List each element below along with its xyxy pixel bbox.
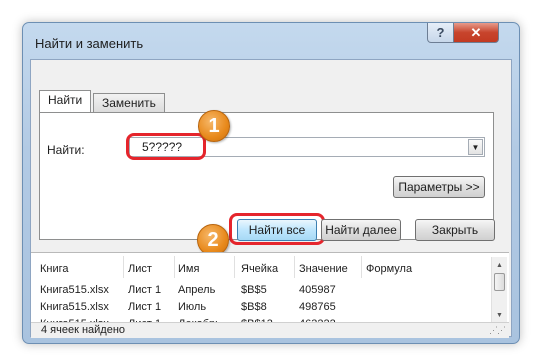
step-badge-1: 1	[198, 110, 230, 142]
status-bar: 4 ячеек найдено ⋰⋰	[31, 322, 509, 338]
scroll-down-icon[interactable]: ▼	[493, 309, 506, 321]
scroll-thumb[interactable]	[494, 273, 505, 291]
result-cell-book[interactable]: Книга515.xlsx	[40, 301, 109, 313]
column-divider[interactable]	[294, 256, 295, 278]
help-button[interactable]: ?	[427, 23, 454, 43]
find-label: Найти:	[47, 143, 85, 157]
dialog-body: Найти Заменить Найти: 5????? ▼ 1 Парамет…	[30, 59, 512, 338]
close-button[interactable]: Закрыть	[415, 219, 495, 241]
result-cell-book[interactable]: Книга515.xlsx	[40, 284, 109, 296]
resize-grip-icon[interactable]: ⋰⋰	[489, 325, 506, 336]
options-button[interactable]: Параметры >>	[393, 176, 485, 198]
column-divider[interactable]	[361, 256, 362, 278]
column-divider[interactable]	[234, 256, 235, 278]
column-header-book[interactable]: Книга	[40, 263, 69, 275]
highlight-box-find-input	[126, 133, 206, 160]
find-next-button[interactable]: Найти далее	[321, 219, 401, 241]
highlight-box-find-all	[229, 213, 325, 245]
result-cell-name[interactable]: Июль	[178, 301, 206, 313]
tab-replace[interactable]: Заменить	[93, 93, 165, 112]
column-header-formula[interactable]: Формула	[366, 263, 412, 275]
dropdown-arrow-icon[interactable]: ▼	[468, 139, 483, 155]
column-header-value[interactable]: Значение	[299, 263, 348, 275]
close-window-button[interactable]: ✕	[453, 23, 499, 43]
column-header-cell[interactable]: Ячейка	[241, 263, 278, 275]
result-cell-name[interactable]: Апрель	[178, 284, 215, 296]
result-cell-address[interactable]: $B$5	[241, 284, 267, 296]
column-header-name[interactable]: Имя	[178, 263, 199, 275]
tab-find[interactable]: Найти	[39, 90, 92, 112]
results-scrollbar[interactable]: ▲ ▼	[491, 257, 507, 323]
window-title: Найти и заменить	[35, 36, 144, 51]
column-header-sheet[interactable]: Лист	[128, 263, 152, 275]
column-divider[interactable]	[174, 256, 175, 278]
result-cell-sheet[interactable]: Лист 1	[128, 284, 161, 296]
result-cell-value[interactable]: 498765	[299, 301, 336, 313]
status-text: 4 ячеек найдено	[41, 324, 126, 336]
result-cell-sheet[interactable]: Лист 1	[128, 301, 161, 313]
scroll-up-icon[interactable]: ▲	[493, 259, 506, 271]
result-cell-value[interactable]: 405987	[299, 284, 336, 296]
find-replace-dialog: Найти и заменить ? ✕ Найти Заменить Найт…	[22, 22, 520, 344]
column-divider[interactable]	[123, 256, 124, 278]
result-cell-address[interactable]: $B$8	[241, 301, 267, 313]
